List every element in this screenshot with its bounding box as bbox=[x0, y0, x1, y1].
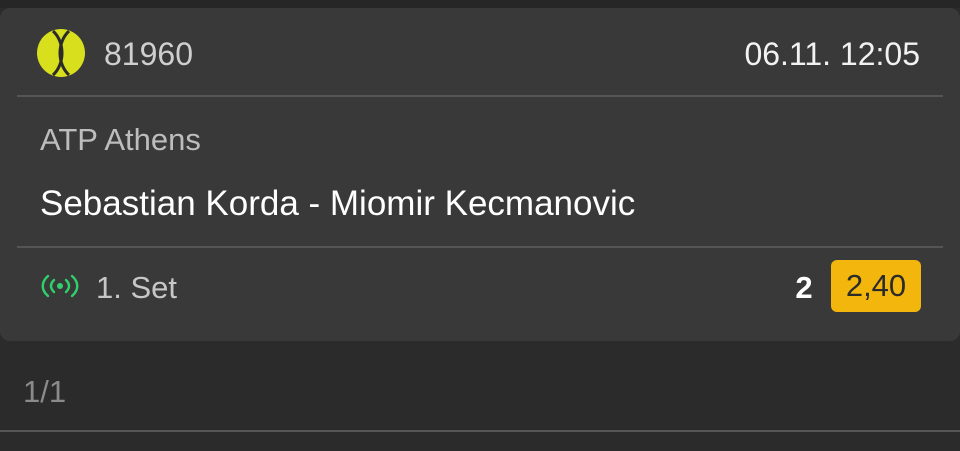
tennis-ball-icon bbox=[37, 29, 85, 77]
selection-label: 2 bbox=[795, 270, 813, 305]
match-card[interactable]: 81960 06.11. 12:05 ATP Athens Sebastian … bbox=[0, 8, 960, 341]
bottom-divider bbox=[0, 430, 960, 432]
match-id: 81960 bbox=[104, 36, 193, 72]
live-broadcast-icon bbox=[41, 274, 79, 298]
betting-slip-page: 81960 06.11. 12:05 ATP Athens Sebastian … bbox=[0, 0, 960, 451]
odds-button[interactable]: 2,40 bbox=[831, 260, 921, 312]
match-datetime: 06.11. 12:05 bbox=[744, 36, 920, 72]
league-name: ATP Athens bbox=[40, 122, 201, 157]
page-counter: 1/1 bbox=[23, 374, 67, 409]
top-strip bbox=[0, 0, 960, 8]
market-divider bbox=[17, 246, 943, 248]
card-header: 81960 06.11. 12:05 bbox=[17, 8, 943, 97]
market-period: 1. Set bbox=[96, 270, 177, 305]
match-teams[interactable]: Sebastian Korda - Miomir Kecmanovic bbox=[40, 184, 635, 224]
